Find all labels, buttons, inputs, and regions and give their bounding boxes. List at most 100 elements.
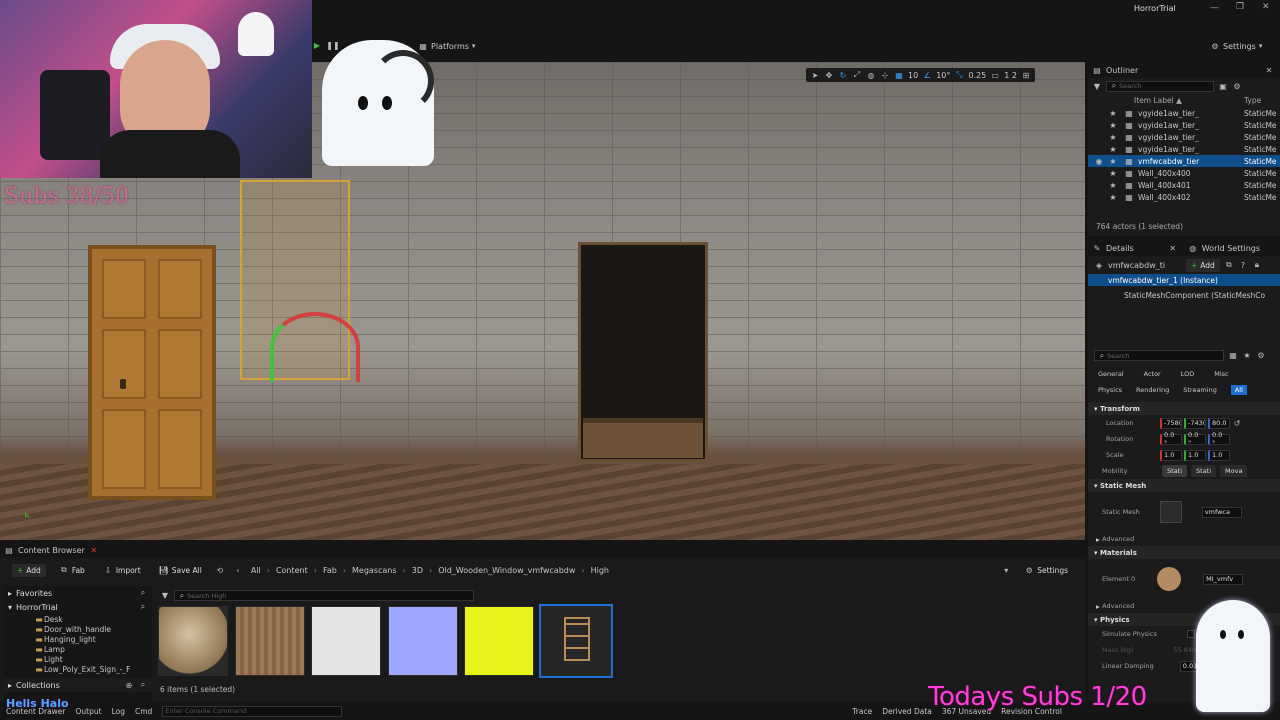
add-button[interactable]: + Add xyxy=(12,563,46,577)
outliner-row[interactable]: ◉ ★ ▦ vmfwcabdw_tier StaticMe xyxy=(1088,155,1280,167)
breadcrumb-item[interactable]: 3D xyxy=(412,566,423,575)
actor-name-field[interactable]: vmfwcabdw_ti xyxy=(1108,261,1182,270)
layout-icon[interactable]: ⊞ xyxy=(1021,70,1031,80)
grid-view-icon[interactable]: ▦ xyxy=(1228,351,1238,361)
breadcrumb-item[interactable]: High xyxy=(591,566,609,575)
add-component-button[interactable]: + Add xyxy=(1186,258,1220,272)
pin-icon[interactable]: ★ xyxy=(1106,168,1120,178)
filter-misc[interactable]: Misc xyxy=(1214,370,1228,378)
outliner-row[interactable]: ★ ▦ vgyide1aw_tier_ StaticMe xyxy=(1088,119,1280,131)
location-y[interactable]: -743( xyxy=(1184,417,1206,429)
filter-lod[interactable]: LOD xyxy=(1181,370,1195,378)
static-mesh-section[interactable]: ▾ Static Mesh xyxy=(1088,479,1280,492)
platforms-button[interactable]: ▦ Platforms ▾ xyxy=(418,41,475,51)
world-settings-tab[interactable]: World Settings xyxy=(1202,244,1260,253)
breadcrumb-item[interactable]: All xyxy=(251,566,261,575)
camera-speed-value[interactable]: 1 2 xyxy=(1004,71,1017,80)
play-icon[interactable]: ▶ xyxy=(312,40,322,50)
asset-roughness-texture[interactable] xyxy=(311,606,381,676)
pin-icon[interactable]: ★ xyxy=(1106,108,1120,118)
scale-snap-icon[interactable]: ⤡ xyxy=(954,70,964,80)
select-icon[interactable]: ➤ xyxy=(810,70,820,80)
surface-snap-icon[interactable]: ⊹ xyxy=(880,70,890,80)
pin-icon[interactable]: ★ xyxy=(1106,120,1120,130)
mesh-thumbnail[interactable] xyxy=(1159,501,1182,523)
derived-data-button[interactable]: Derived Data xyxy=(882,707,932,716)
outliner-row[interactable]: ★ ▦ vgyide1aw_tier_ StaticMe xyxy=(1088,131,1280,143)
filter-icon[interactable]: ▼ xyxy=(160,591,170,601)
settings-button[interactable]: ⚙ Settings ▾ xyxy=(1210,41,1262,51)
pin-icon[interactable]: ★ xyxy=(1106,132,1120,142)
material-dropdown[interactable]: MI_vmfv xyxy=(1203,573,1244,585)
close-icon[interactable]: ✕ xyxy=(1262,2,1270,12)
breadcrumb-item[interactable]: Fab xyxy=(323,566,337,575)
outliner-search-input[interactable]: ⌕ Search xyxy=(1106,80,1214,92)
project-header[interactable]: HorrorTrial xyxy=(16,603,58,612)
visibility-icon[interactable] xyxy=(1092,108,1106,118)
pin-icon[interactable]: ★ xyxy=(1106,192,1120,202)
scale-snap-value[interactable]: 0.25 xyxy=(968,71,986,80)
search-icon[interactable]: ⌕ xyxy=(138,602,148,612)
add-folder-icon[interactable]: ▣ xyxy=(1218,81,1228,91)
location-x[interactable]: -758( xyxy=(1160,417,1182,429)
filter-all[interactable]: All xyxy=(1230,385,1247,395)
folder-item[interactable]: ▬ Light xyxy=(4,654,152,664)
chevron-right-icon[interactable]: › xyxy=(429,566,432,575)
cmd-dropdown[interactable]: Cmd xyxy=(135,707,152,716)
chevron-right-icon[interactable]: › xyxy=(267,566,270,575)
reset-icon[interactable]: ↺ xyxy=(1232,418,1242,428)
history-icon[interactable]: ⟲ xyxy=(215,565,225,575)
outliner-row[interactable]: ★ ▦ vgyide1aw_tier_ StaticMe xyxy=(1088,107,1280,119)
lock-icon[interactable]: 🔒︎ xyxy=(1252,260,1262,270)
visibility-icon[interactable] xyxy=(1092,120,1106,130)
breadcrumb-item[interactable]: Old_Wooden_Window_vmfwcabdw xyxy=(438,566,575,575)
chevron-right-icon[interactable]: › xyxy=(314,566,317,575)
simulate-physics-checkbox[interactable] xyxy=(1186,630,1195,638)
star-icon[interactable]: ★ xyxy=(1242,351,1252,361)
folder-item[interactable]: ▬ Door_with_handle xyxy=(4,624,152,634)
scale-icon[interactable]: ⤢ xyxy=(852,70,862,80)
help-icon[interactable]: ? xyxy=(1238,260,1248,270)
details-search-input[interactable]: ⌕ Search xyxy=(1094,350,1224,361)
angle-snap-value[interactable]: 10° xyxy=(936,71,950,80)
scale-x[interactable]: 1.0 xyxy=(1160,449,1182,461)
globe-icon[interactable]: ◍ xyxy=(866,70,876,80)
asset-static-mesh[interactable] xyxy=(539,604,613,678)
rotation-y[interactable]: 0.0 ° xyxy=(1184,431,1206,447)
gear-icon[interactable]: ⚙ xyxy=(1256,351,1266,361)
fab-button[interactable]: ⧉ Fab xyxy=(54,563,90,577)
visibility-icon[interactable] xyxy=(1092,192,1106,202)
import-button[interactable]: ⇩ Import xyxy=(98,563,146,577)
grid-snap-icon[interactable]: ▦ xyxy=(894,70,904,80)
chevron-right-icon[interactable]: › xyxy=(581,566,584,575)
search-icon[interactable]: ⌕ xyxy=(138,680,148,690)
move-icon[interactable]: ✥ xyxy=(824,70,834,80)
item-label-column[interactable]: Item Label ▲ xyxy=(1134,96,1244,105)
mobility-stationary-button[interactable]: Stati xyxy=(1191,465,1217,477)
filter-physics[interactable]: Physics xyxy=(1098,386,1122,394)
rotate-gizmo[interactable] xyxy=(270,312,360,382)
folder-item[interactable]: ▬ Desk xyxy=(4,614,152,624)
maximize-icon[interactable]: ❐ xyxy=(1236,2,1244,12)
outliner-row[interactable]: ★ ▦ Wall_400x400 StaticMe xyxy=(1088,167,1280,179)
wooden-door[interactable] xyxy=(88,245,216,500)
outliner-row[interactable]: ★ ▦ vgyide1aw_tier_ StaticMe xyxy=(1088,143,1280,155)
camera-speed-icon[interactable]: ▭ xyxy=(990,70,1000,80)
search-icon[interactable]: ⌕ xyxy=(138,588,148,598)
rotation-z[interactable]: 0.0 ° xyxy=(1208,431,1230,447)
chevron-down-icon[interactable]: ▾ xyxy=(1001,565,1011,575)
content-search-input[interactable]: ⌕ Search High xyxy=(174,590,474,601)
folder-item[interactable]: ▬ Low_Poly_Exit_Sign_-_F xyxy=(4,664,152,674)
outliner-row[interactable]: ★ ▦ Wall_400x402 StaticMe xyxy=(1088,191,1280,203)
close-icon[interactable]: ✕ xyxy=(89,545,99,555)
close-icon[interactable]: ✕ xyxy=(1264,65,1274,75)
mobility-movable-button[interactable]: Mova xyxy=(1220,465,1248,477)
log-button[interactable]: Log xyxy=(112,707,125,716)
materials-section[interactable]: ▾ Materials xyxy=(1088,546,1280,559)
chevron-right-icon[interactable]: › xyxy=(403,566,406,575)
component-row[interactable]: StaticMeshComponent (StaticMeshCo xyxy=(1088,289,1280,301)
advanced-row[interactable]: ▸ Advanced xyxy=(1088,532,1280,546)
rotate-icon[interactable]: ↻ xyxy=(838,70,848,80)
outliner-row[interactable]: ★ ▦ Wall_400x401 StaticMe xyxy=(1088,179,1280,191)
pin-icon[interactable]: ★ xyxy=(1106,180,1120,190)
